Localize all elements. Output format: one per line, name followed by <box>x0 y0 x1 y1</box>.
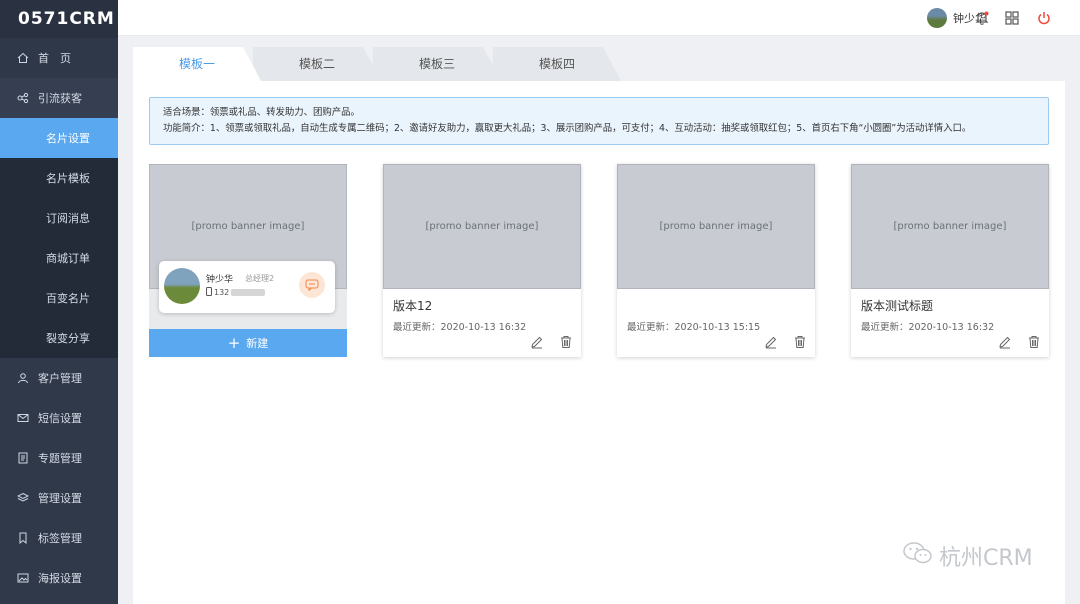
card-image: [promo banner image] <box>851 164 1049 289</box>
sidebar-item-label: 名片模板 <box>46 172 90 185</box>
business-card-preview: 钟少华 总经理2 132 <box>159 261 335 313</box>
card-image: [promo banner image] <box>383 164 581 289</box>
avatar <box>927 8 947 28</box>
bookmark-icon <box>16 531 30 545</box>
sidebar-item-posters[interactable]: 海报设置 <box>0 558 118 598</box>
card-phone: 132 <box>206 287 266 298</box>
top-header: 钟少华 <box>118 0 1080 36</box>
sidebar-item-home[interactable]: 首 页 <box>0 38 118 78</box>
card-updated: 最近更新：2020-10-13 15:15 <box>627 322 761 333</box>
template-card[interactable]: [promo banner image] 版本12 最近更新：2020-10-1… <box>383 164 581 357</box>
sidebar-item-tags[interactable]: 标签管理 <box>0 518 118 558</box>
wechat-icon <box>903 541 933 571</box>
trash-icon[interactable] <box>792 334 808 350</box>
message-icon[interactable] <box>299 272 325 298</box>
edit-icon[interactable] <box>763 334 779 350</box>
sidebar-subitem-subscriptions[interactable]: 订阅消息 <box>0 198 118 238</box>
bell-icon[interactable] <box>972 8 992 28</box>
sidebar-item-label: 首 页 <box>38 52 71 65</box>
sidebar-subitem-card-templates[interactable]: 名片模板 <box>0 158 118 198</box>
document-icon <box>16 451 30 465</box>
sidebar-item-label: 客户管理 <box>38 372 82 385</box>
trash-icon[interactable] <box>1026 334 1042 350</box>
button-label: 新建 <box>246 337 269 350</box>
sidebar-item-label: 商城订单 <box>46 252 90 265</box>
plus-icon: + <box>227 333 241 352</box>
sidebar-subitem-fission-share[interactable]: 裂变分享 <box>0 318 118 358</box>
mail-icon <box>16 411 30 425</box>
tab-template-3[interactable]: 模板三 <box>373 47 501 81</box>
sidebar-item-label: 标签管理 <box>38 532 82 545</box>
sidebar-item-label: 裂变分享 <box>46 332 90 345</box>
template-card[interactable]: [promo banner image] 版本测试标题 最近更新：2020-10… <box>851 164 1049 357</box>
image-icon <box>16 571 30 585</box>
sidebar-subitem-mall-orders[interactable]: 商城订单 <box>0 238 118 278</box>
notice-scenarios: 适合场景：领票或礼品、转发助力、团购产品。 <box>163 107 360 118</box>
grid-icon[interactable] <box>1002 8 1022 28</box>
template-card[interactable]: [promo banner image] 最近更新：2020-10-13 15:… <box>617 164 815 357</box>
card-role: 总经理2 <box>245 274 275 283</box>
sidebar-item-label: 百变名片 <box>46 292 90 305</box>
sidebar-item-sms[interactable]: 短信设置 <box>0 398 118 438</box>
card-updated: 最近更新：2020-10-13 16:32 <box>393 322 527 333</box>
card-name: 钟少华 <box>206 275 234 285</box>
sidebar-item-admin[interactable]: 管理设置 <box>0 478 118 518</box>
watermark-text: 杭州CRM <box>939 546 1033 571</box>
notice-features: 功能简介：1、领票或领取礼品，自动生成专属二维码；2、邀请好友助力，赢取更大礼品… <box>163 123 972 134</box>
sidebar-item-label: 海报设置 <box>38 572 82 585</box>
sidebar-subitem-card-settings[interactable]: 名片设置 <box>0 118 118 158</box>
sidebar-item-label: 订阅消息 <box>46 212 90 225</box>
edit-icon[interactable] <box>997 334 1013 350</box>
sidebar-item-label: 名片设置 <box>46 132 90 145</box>
user-icon <box>16 371 30 385</box>
phone-number: 132 <box>214 288 230 297</box>
sidebar-item-topics[interactable]: 专题管理 <box>0 438 118 478</box>
main-content: 模板四 模板三 模板二 模板一 适合场景：领票或礼品、转发助力、团购产品。 功能… <box>133 47 1065 604</box>
sidebar-item-customers[interactable]: 客户管理 <box>0 358 118 398</box>
template-panel: 适合场景：领票或礼品、转发助力、团购产品。 功能简介：1、领票或领取礼品，自动生… <box>133 81 1065 604</box>
home-icon <box>16 51 30 65</box>
sidebar-item-label: 短信设置 <box>38 412 82 425</box>
share-nodes-icon <box>16 91 30 105</box>
app-logo: 0571CRM <box>0 0 118 38</box>
sidebar-subitem-variety-cards[interactable]: 百变名片 <box>0 278 118 318</box>
tab-template-2[interactable]: 模板二 <box>253 47 381 81</box>
sidebar-item-label: 管理设置 <box>38 492 82 505</box>
tab-template-1[interactable]: 模板一 <box>133 47 261 81</box>
layers-icon <box>16 491 30 505</box>
new-template-preview: [promo banner image] 钟少华 总经理2 132 + 新建 <box>149 164 347 359</box>
sidebar-item-label: 专题管理 <box>38 452 82 465</box>
new-template-button[interactable]: + 新建 <box>149 329 347 357</box>
card-image: [promo banner image] <box>617 164 815 289</box>
watermark: 杭州CRM <box>903 540 1033 572</box>
sidebar-item-label: 引流获客 <box>38 92 82 105</box>
sidebar-submenu: 名片设置 名片模板 订阅消息 商城订单 百变名片 裂变分享 <box>0 118 118 358</box>
card-title: 版本测试标题 <box>861 299 934 313</box>
template-tabs: 模板四 模板三 模板二 模板一 <box>133 47 1065 81</box>
phone-mask <box>231 289 266 296</box>
info-notice: 适合场景：领票或礼品、转发助力、团购产品。 功能简介：1、领票或领取礼品，自动生… <box>149 97 1049 145</box>
power-icon[interactable] <box>1034 8 1054 28</box>
avatar <box>164 268 200 304</box>
tab-template-4[interactable]: 模板四 <box>493 47 621 81</box>
sidebar: 0571CRM 首 页 引流获客 名片设置 名片模板 订阅消息 商城订单 百变名… <box>0 0 118 604</box>
trash-icon[interactable] <box>558 334 574 350</box>
edit-icon[interactable] <box>529 334 545 350</box>
sidebar-item-lead-generation[interactable]: 引流获客 <box>0 78 118 118</box>
phone-icon <box>206 287 212 298</box>
card-title: 版本12 <box>393 299 433 313</box>
card-updated: 最近更新：2020-10-13 16:32 <box>861 322 995 333</box>
